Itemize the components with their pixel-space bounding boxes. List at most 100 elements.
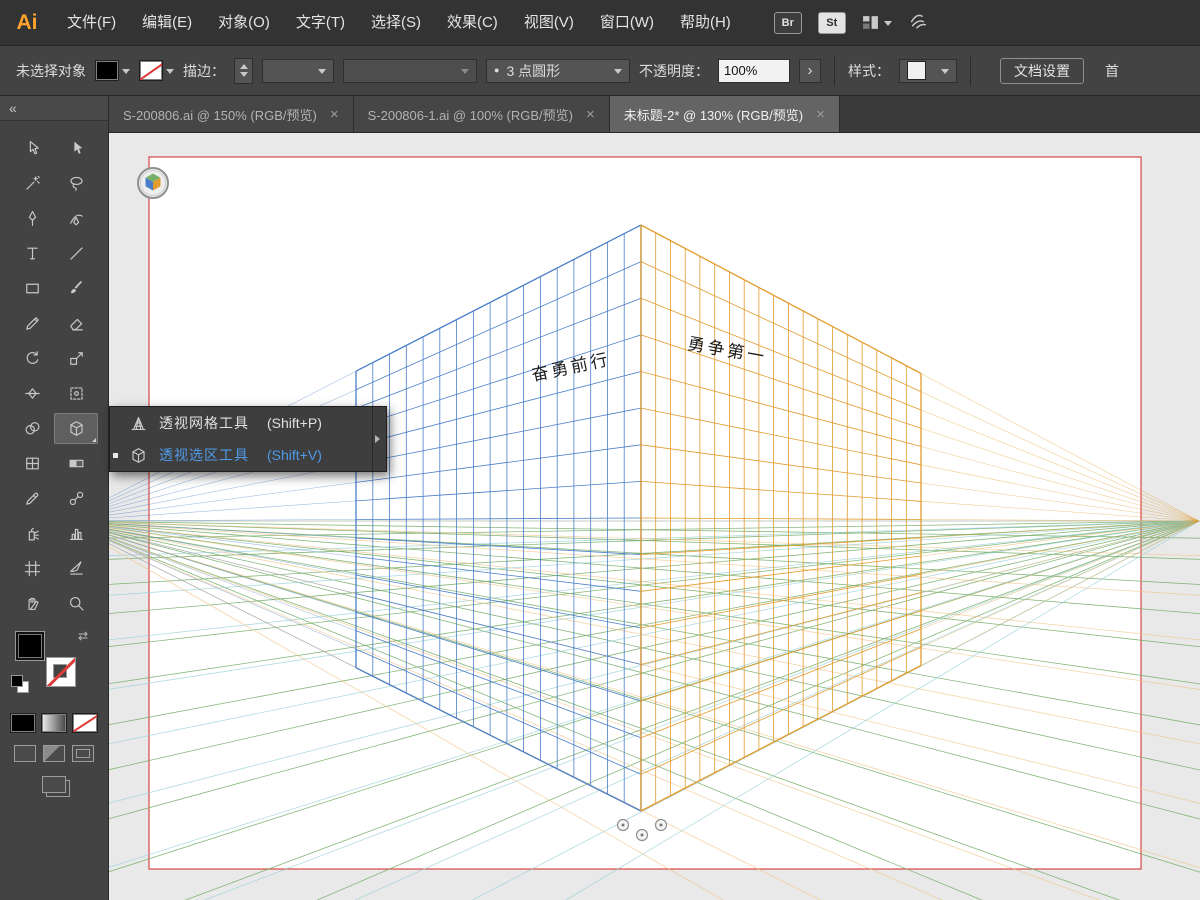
slice-tool[interactable]	[54, 553, 98, 584]
rotate-tool[interactable]	[10, 343, 54, 374]
stroke-color-control[interactable]	[139, 60, 174, 81]
curvature-icon	[69, 214, 83, 226]
mesh-tool[interactable]	[10, 448, 54, 479]
default-swatches-icon[interactable]	[11, 675, 23, 687]
none-button[interactable]	[72, 713, 98, 733]
menu-item[interactable]: 视图(V)	[511, 0, 587, 45]
shape-builder-tool[interactable]	[10, 413, 54, 444]
opacity-input[interactable]	[718, 58, 790, 83]
flyout-item-label: 透视选区工具	[159, 447, 249, 463]
workspace-switcher-icon[interactable]	[862, 15, 892, 30]
bridge-icon[interactable]: Br	[773, 11, 802, 34]
gradient-tool[interactable]	[54, 448, 98, 479]
artboard-tool[interactable]	[10, 553, 54, 584]
step-up-icon[interactable]	[239, 60, 248, 69]
perspective-tool[interactable]	[54, 413, 98, 444]
style-combo[interactable]	[899, 58, 957, 83]
stroke-weight-stepper[interactable]	[234, 57, 253, 84]
swap-fill-stroke-icon[interactable]: ⇄	[78, 629, 88, 643]
stock-icon[interactable]: St	[817, 11, 846, 34]
flyout-item[interactable]: 透视网格工具 (Shift+P)	[110, 407, 372, 439]
eraser-tool[interactable]	[54, 308, 98, 339]
flyout-item[interactable]: 透视选区工具 (Shift+V)	[110, 439, 372, 471]
stroke-color-box[interactable]	[46, 657, 76, 687]
type-tool[interactable]	[10, 238, 54, 269]
stroke-none-swatch[interactable]	[139, 60, 163, 81]
tear-off-arrow-icon	[375, 435, 384, 443]
stroke-weight-combo[interactable]	[262, 58, 334, 83]
artboard-canvas[interactable]: 奋勇前行 勇争第一	[109, 133, 1200, 900]
menu-item[interactable]: 编辑(E)	[129, 0, 205, 45]
menu-item[interactable]: 效果(C)	[434, 0, 511, 45]
menu-item[interactable]: 选择(S)	[358, 0, 434, 45]
document-tab[interactable]: S-200806-1.ai @ 100% (RGB/预览) ×	[353, 96, 610, 132]
zoom-icon	[69, 596, 84, 611]
pen-tool[interactable]	[10, 203, 54, 234]
style-label: 样式：	[848, 62, 890, 79]
color-button[interactable]	[10, 713, 36, 733]
fill-color-control[interactable]	[95, 60, 130, 81]
curvature-tool[interactable]	[54, 203, 98, 234]
control-bar: 未选择对象 描边： ● 3 点圆形 不透明度： › 样式： 文档设置 首	[0, 46, 1200, 96]
symbol-sprayer-icon	[28, 527, 39, 541]
fill-stroke-swatches: ⇄	[0, 627, 108, 703]
screen-mode-button[interactable]	[42, 776, 66, 793]
canvas-area[interactable]: 奋勇前行 勇争第一	[109, 133, 1200, 900]
menu-item[interactable]: 文字(T)	[283, 0, 358, 45]
selection-tool[interactable]	[54, 133, 98, 164]
hand-tool[interactable]	[10, 588, 54, 619]
brush-definition-combo[interactable]: ● 3 点圆形	[486, 58, 630, 83]
tab-close-icon[interactable]: ×	[816, 107, 825, 122]
document-setup-button[interactable]: 文档设置	[1000, 57, 1084, 84]
draw-normal-button[interactable]	[14, 745, 36, 762]
column-graph-tool[interactable]	[54, 518, 98, 549]
chevron-down-icon[interactable]	[614, 68, 622, 78]
drawing-modes-row	[0, 745, 108, 762]
perspective-grid	[109, 156, 1200, 900]
pencil-tool[interactable]	[10, 308, 54, 339]
opacity-panel-button[interactable]: ›	[799, 58, 821, 83]
free-transform-tool[interactable]	[54, 378, 98, 409]
menu-item[interactable]: 帮助(H)	[667, 0, 744, 45]
plane-switch-widget[interactable]	[137, 167, 169, 199]
tab-title: S-200806.ai @ 150% (RGB/预览)	[123, 107, 317, 123]
tab-close-icon[interactable]: ×	[330, 107, 339, 122]
preferences-button-partial[interactable]: 首	[1105, 61, 1119, 81]
gradient-icon	[69, 459, 83, 468]
direct-selection-tool[interactable]	[10, 133, 54, 164]
fill-color-box[interactable]	[15, 631, 45, 661]
paintbrush-tool[interactable]	[54, 273, 98, 304]
selection-status: 未选择对象	[16, 62, 86, 79]
tool-grid	[0, 121, 108, 619]
symbol-sprayer-tool[interactable]	[10, 518, 54, 549]
menu-item[interactable]: 窗口(W)	[587, 0, 667, 45]
zoom-tool[interactable]	[54, 588, 98, 619]
menu-item[interactable]: 文件(F)	[54, 0, 129, 45]
touch-gesture-icon[interactable]	[908, 11, 930, 35]
draw-inside-button[interactable]	[72, 745, 94, 762]
line-segment-tool[interactable]	[54, 238, 98, 269]
chevron-down-icon[interactable]	[941, 68, 949, 78]
type-icon	[26, 247, 38, 260]
lasso-tool[interactable]	[54, 168, 98, 199]
document-tab[interactable]: 未标题-2* @ 130% (RGB/预览) ×	[609, 96, 840, 132]
rectangle-tool[interactable]	[10, 273, 54, 304]
chevron-down-icon[interactable]	[318, 68, 326, 78]
fill-swatch[interactable]	[95, 60, 119, 81]
magic-wand-tool[interactable]	[10, 168, 54, 199]
chevron-down-icon[interactable]	[166, 68, 174, 78]
menu-item[interactable]: 对象(O)	[205, 0, 283, 45]
width-tool[interactable]	[10, 378, 54, 409]
chevron-down-icon[interactable]	[122, 68, 130, 78]
tear-off-strip[interactable]	[372, 407, 386, 471]
eyedropper-tool[interactable]	[10, 483, 54, 514]
tab-close-icon[interactable]: ×	[586, 107, 595, 122]
document-tab[interactable]: S-200806.ai @ 150% (RGB/预览) ×	[109, 96, 354, 132]
draw-behind-button[interactable]	[43, 745, 65, 762]
perspective-grid-menu-icon	[125, 415, 151, 432]
gradient-button[interactable]	[41, 713, 67, 733]
collapse-panel-icon[interactable]: «	[9, 100, 17, 116]
step-down-icon[interactable]	[239, 72, 248, 81]
blend-tool[interactable]	[54, 483, 98, 514]
scale-tool[interactable]	[54, 343, 98, 374]
